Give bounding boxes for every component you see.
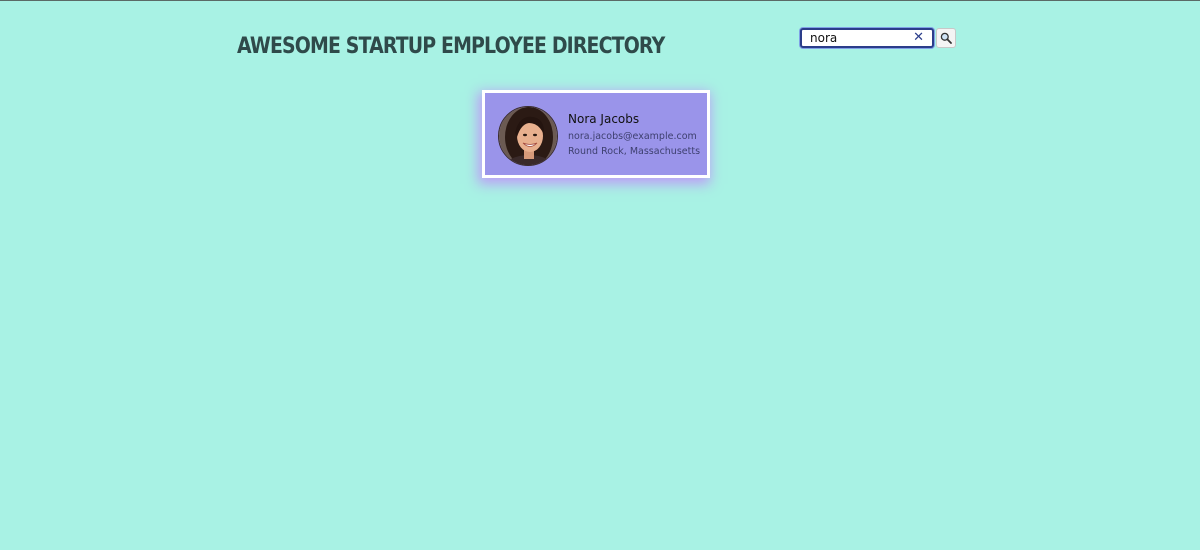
search-button[interactable] [936,28,956,48]
employee-email: nora.jacobs@example.com [568,131,697,142]
search-input[interactable] [802,30,898,46]
search-box[interactable]: ✕ [800,28,934,48]
employee-card[interactable]: Nora Jacobs nora.jacobs@example.com Roun… [482,90,710,178]
avatar [498,106,558,166]
close-icon[interactable]: ✕ [913,30,924,46]
search-icon [940,32,952,44]
employee-name: Nora Jacobs [568,112,640,126]
page-title: Awesome Startup Employee Directory [237,34,665,59]
employee-location: Round Rock, Massachusetts [568,146,701,157]
page-header: Awesome Startup Employee Directory ✕ [0,1,1200,91]
search-form: ✕ [800,27,956,49]
avatar-photo [499,107,557,165]
